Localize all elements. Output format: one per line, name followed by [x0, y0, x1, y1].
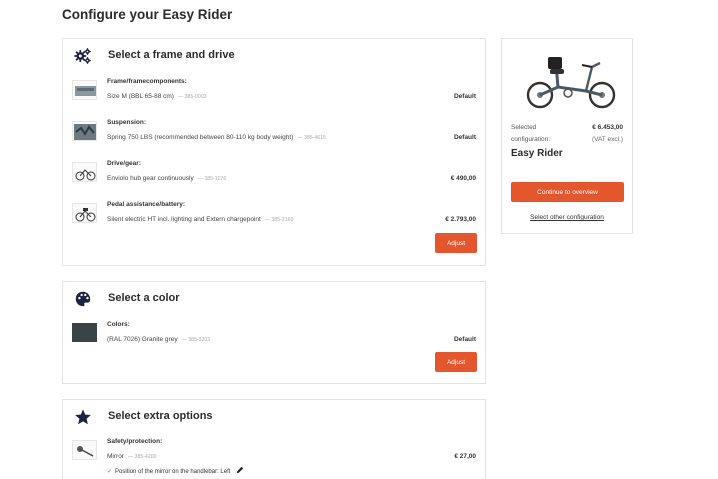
option-value: Enviolo hub gear continuously	[107, 175, 194, 182]
option-label: Drive/gear:	[107, 160, 141, 167]
vat-note: (VAT excl.)	[591, 136, 623, 143]
check-icon: ✓	[107, 469, 113, 475]
color-title: Select a color	[108, 292, 180, 304]
option-value: (RAL 7026) Granite grey	[107, 336, 178, 343]
palette-icon	[75, 291, 91, 307]
summary-panel: Selected € 6.453,00 configuration: (VAT …	[501, 38, 633, 234]
extras-title: Select extra options	[108, 410, 213, 422]
page-title: Configure your Easy Rider	[62, 7, 233, 22]
frame-thumbnail	[72, 80, 97, 100]
battery-thumbnail	[72, 203, 97, 223]
frame-drive-card: Select a frame and drive Frame/framecomp…	[62, 38, 486, 266]
color-header: Select a color	[63, 282, 485, 316]
option-price: Default	[453, 134, 476, 141]
model-name: Easy Rider	[511, 148, 563, 159]
mirror-thumbnail	[72, 440, 97, 460]
option-price: € 27,00	[454, 453, 476, 460]
option-price: Default	[453, 93, 476, 100]
option-code: — 385-1076	[197, 176, 227, 182]
option-label: Suspension:	[107, 119, 147, 126]
option-label: Frame/framecomponents:	[107, 78, 187, 85]
option-label: Safety/protection:	[107, 438, 163, 445]
mirror-position-note: ✓ Position of the mirror on the handlebar…	[107, 466, 244, 475]
option-code: — 385-4615	[297, 135, 326, 141]
pencil-icon[interactable]	[236, 466, 244, 474]
adjust-frame-button[interactable]: Adjust	[435, 233, 477, 253]
color-swatch	[72, 323, 97, 342]
color-card: Select a color Colors: (RAL 7026) Granit…	[62, 281, 486, 384]
frame-drive-title: Select a frame and drive	[108, 49, 235, 61]
select-other-configuration-link[interactable]: Select other configuration	[502, 214, 632, 221]
easy-rider-bike-image	[526, 57, 616, 109]
option-value: Spring 750 LBS (recommended between 80-1…	[107, 134, 294, 141]
option-row-suspension: Suspension: Spring 750 LBS (recommended …	[63, 119, 485, 157]
option-row-frame: Frame/framecomponents: Size M (BBL 65-88…	[63, 78, 485, 116]
adjust-color-button[interactable]: Adjust	[435, 352, 477, 372]
gears-icon	[74, 48, 91, 64]
selected-price: € 6.453,00	[592, 124, 623, 131]
drive-thumbnail	[72, 162, 97, 182]
selected-label: Selected	[511, 124, 537, 131]
option-code: — 385-3203	[181, 337, 211, 343]
continue-to-overview-button[interactable]: Continue to overview	[511, 182, 624, 202]
option-value: Silent electric HT incl. lighting and Ex…	[107, 216, 261, 223]
option-value: Size M (BBL 65-88 cm)	[107, 93, 174, 100]
option-price: € 2.793,00	[445, 216, 476, 223]
option-code: — 385-4200	[127, 454, 157, 460]
note-text: Position of the mirror on the handlebar:…	[115, 469, 231, 475]
configuration-label: configuration:	[511, 136, 551, 143]
suspension-thumbnail	[72, 121, 97, 141]
star-icon	[75, 409, 91, 425]
option-row-color: Colors: (RAL 7026) Granite grey — 385-320…	[63, 321, 485, 359]
option-price: Default	[453, 336, 476, 343]
option-code: — 385-0003	[177, 94, 207, 100]
option-label: Pedal assistance/battery:	[107, 201, 186, 208]
option-row-drive: Drive/gear: Enviolo hub gear continuousl…	[63, 160, 485, 198]
option-price: € 490,00	[450, 175, 476, 182]
frame-drive-header: Select a frame and drive	[63, 39, 485, 73]
option-label: Colors:	[107, 321, 130, 328]
extras-header: Select extra options	[63, 400, 485, 434]
option-value: Mirror	[107, 453, 124, 460]
option-row-battery: Pedal assistance/battery: Silent electri…	[63, 201, 485, 239]
option-code: — 385-2160	[264, 217, 294, 223]
